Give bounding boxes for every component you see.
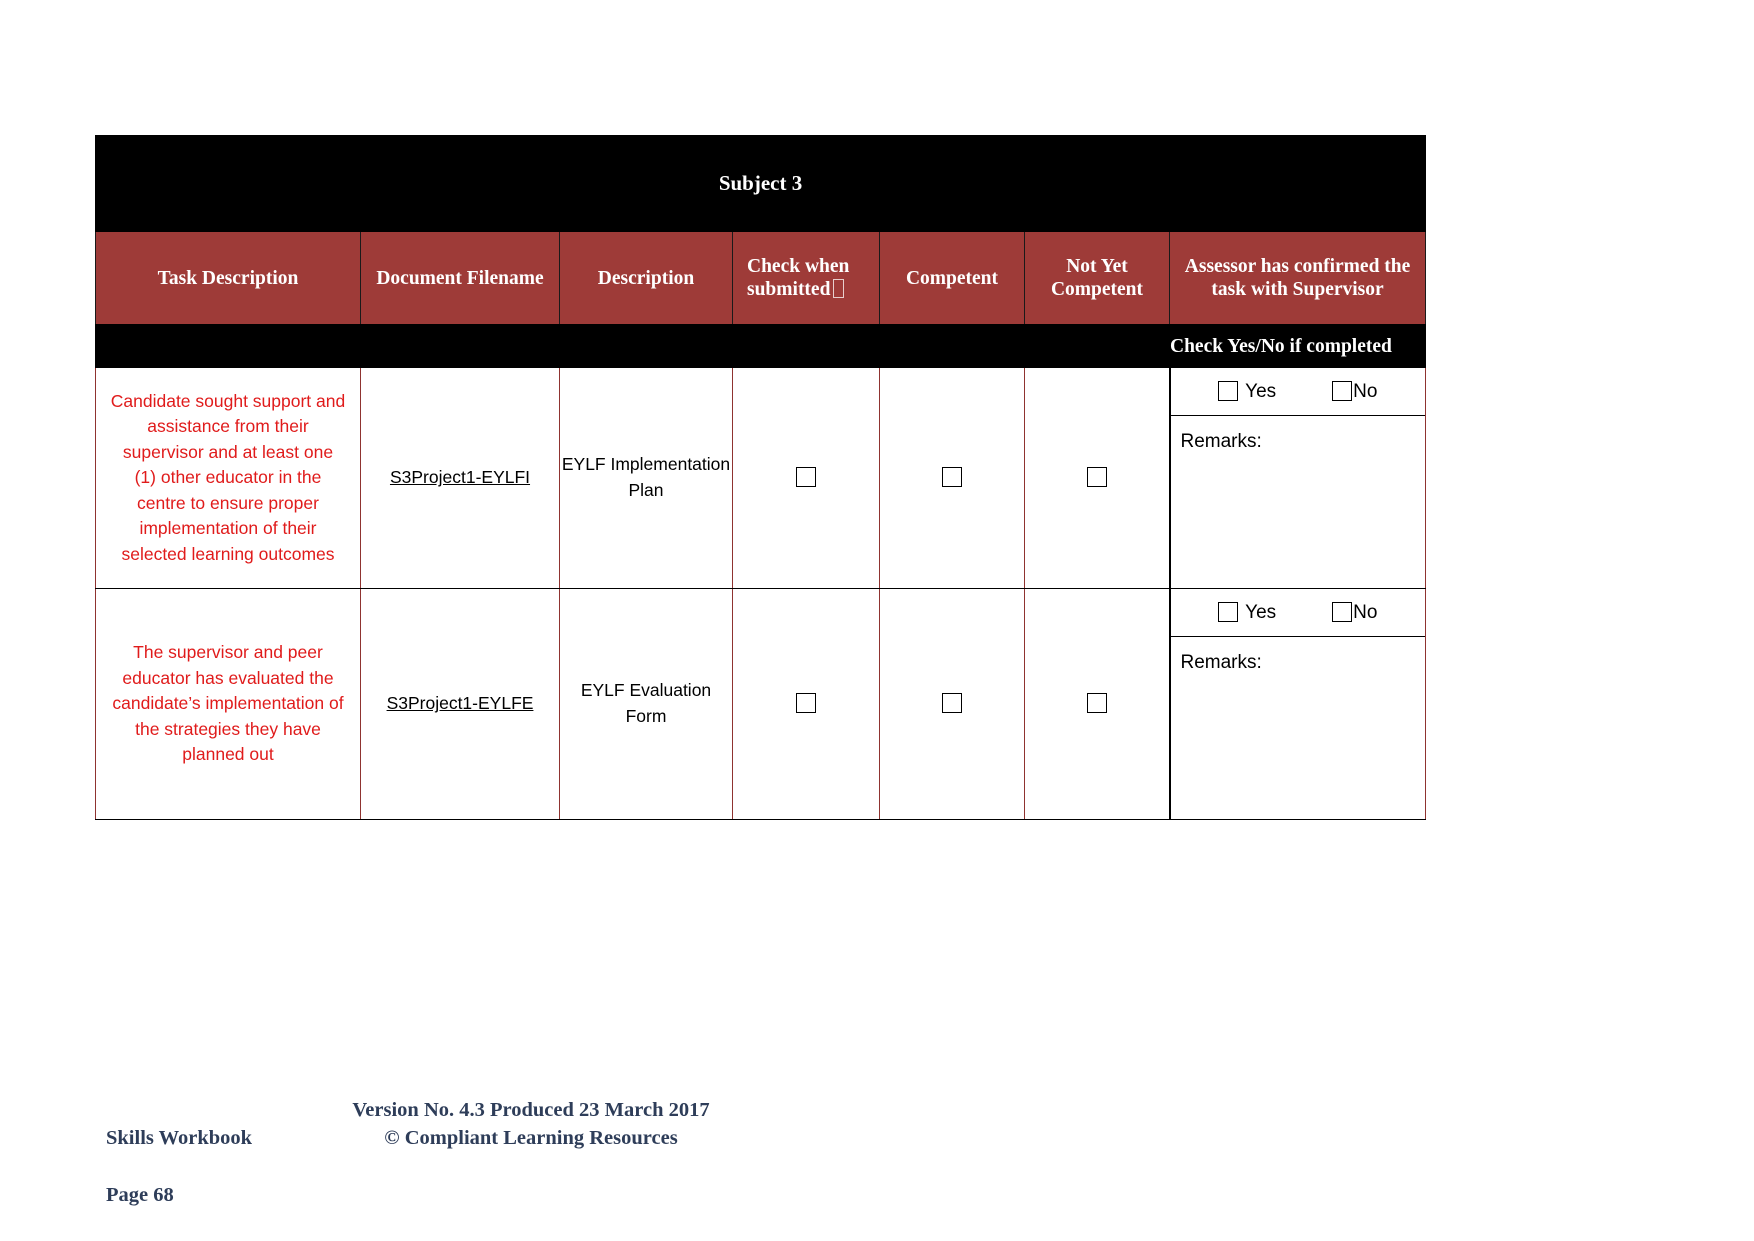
footer-center-block: Version No. 4.3 Produced 23 March 2017 ©… <box>336 1096 726 1153</box>
assessment-table: Subject 3 Task Description Document File… <box>94 135 1427 820</box>
checkbox-glyph-icon <box>833 279 845 298</box>
document-filename-cell: S3Project1-EYLFI <box>360 368 560 589</box>
check-when-submitted-checkbox[interactable] <box>796 467 816 488</box>
assessor-yesno-bar: Yes No <box>1170 589 1426 637</box>
description-cell: EYLF Implementation Plan <box>559 368 733 589</box>
assessor-confirmation-cell: Yes No Remarks: <box>1168 588 1427 820</box>
document-filename-text: S3Project1-EYLFI <box>389 467 531 488</box>
footer-page-number: Page 68 <box>106 1183 174 1206</box>
assessor-no-label: No <box>1353 380 1378 402</box>
table-title-row: Subject 3 <box>94 135 1427 232</box>
table-header-row: Task Description Document Filename Descr… <box>95 231 1427 325</box>
column-header-not-yet-competent: Not Yet Competent <box>1024 231 1170 325</box>
competent-checkbox[interactable] <box>942 693 962 714</box>
table-row: The supervisor and peer educator has eva… <box>95 588 1427 820</box>
assessor-no-option[interactable]: No <box>1332 378 1377 406</box>
assessor-no-label: No <box>1353 601 1378 623</box>
subheader-spacer <box>95 324 1170 368</box>
footer-workbook-title: Skills Workbook <box>106 1127 253 1150</box>
task-description-cell: Candidate sought support and assistance … <box>95 368 361 589</box>
document-filename-text: S3Project1-EYLFE <box>386 693 534 714</box>
document-page: Subject 3 Task Description Document File… <box>0 0 1754 1241</box>
not-yet-competent-checkbox[interactable] <box>1086 693 1107 714</box>
table-row: Candidate sought support and assistance … <box>95 368 1427 589</box>
assessor-yes-checkbox[interactable] <box>1218 602 1239 623</box>
check-when-submitted-cell <box>732 588 880 820</box>
competent-checkbox[interactable] <box>942 467 962 488</box>
assessor-yes-checkbox[interactable] <box>1218 381 1239 402</box>
document-filename-cell: S3Project1-EYLFE <box>360 588 560 820</box>
column-header-description: Description <box>559 231 733 325</box>
assessor-no-checkbox[interactable] <box>1332 381 1353 402</box>
column-header-competent: Competent <box>879 231 1025 325</box>
assessor-no-checkbox[interactable] <box>1332 602 1353 623</box>
column-header-document-filename: Document Filename <box>360 231 560 325</box>
footer-version: Version No. 4.3 Produced 23 March 2017 <box>352 1099 710 1121</box>
check-when-submitted-checkbox[interactable] <box>796 693 816 714</box>
assessor-yes-option[interactable]: Yes <box>1218 378 1276 406</box>
table-subheader-row: Check Yes/No if completed <box>95 324 1427 368</box>
column-header-assessor-confirmation: Assessor has confirmed the task with Sup… <box>1168 231 1427 325</box>
footer-copyright: © Compliant Learning Resources <box>384 1127 678 1150</box>
assessor-yesno-bar: Yes No <box>1170 368 1426 416</box>
assessor-no-option[interactable]: No <box>1332 599 1377 627</box>
task-description-cell: The supervisor and peer educator has eva… <box>95 588 361 820</box>
assessor-yes-label: Yes <box>1245 380 1277 402</box>
not-yet-competent-checkbox[interactable] <box>1086 467 1107 488</box>
not-yet-competent-cell <box>1024 588 1171 820</box>
assessor-confirmation-cell: Yes No Remarks: <box>1168 368 1427 589</box>
not-yet-competent-cell <box>1024 368 1171 589</box>
subheader-note: Check Yes/No if completed <box>1168 324 1427 368</box>
competent-cell <box>879 368 1025 589</box>
competent-cell <box>879 588 1025 820</box>
footer-left-block: Skills Workbook Page 68 <box>106 1096 252 1237</box>
check-when-submitted-cell <box>732 368 880 589</box>
column-header-task-description: Task Description <box>95 231 361 325</box>
description-cell: EYLF Evaluation Form <box>559 588 733 820</box>
column-header-check-when-submitted: Check when submitted <box>732 231 880 325</box>
page-title: Subject 3 <box>94 135 1427 232</box>
assessor-yes-option[interactable]: Yes <box>1218 599 1276 627</box>
assessor-yes-label: Yes <box>1245 601 1277 623</box>
remarks-label[interactable]: Remarks: <box>1171 637 1426 677</box>
remarks-label[interactable]: Remarks: <box>1171 416 1426 456</box>
